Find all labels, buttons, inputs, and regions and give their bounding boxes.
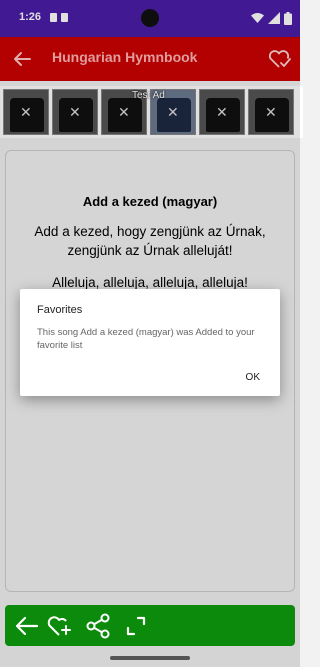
add-favorite-icon[interactable] [45, 612, 73, 640]
ok-button[interactable]: OK [246, 372, 260, 383]
dialog-title: Favorites [37, 304, 83, 316]
dialog-message: This song Add a kezed (magyar) was Added… [37, 327, 255, 351]
share-icon[interactable] [84, 612, 112, 640]
favorites-dialog: Favorites This song Add a kezed (magyar)… [20, 289, 280, 396]
back-arrow-icon[interactable] [13, 612, 41, 640]
gesture-nav-handle[interactable] [110, 656, 190, 660]
bottom-action-bar [5, 605, 295, 646]
fullscreen-icon[interactable] [122, 612, 150, 640]
